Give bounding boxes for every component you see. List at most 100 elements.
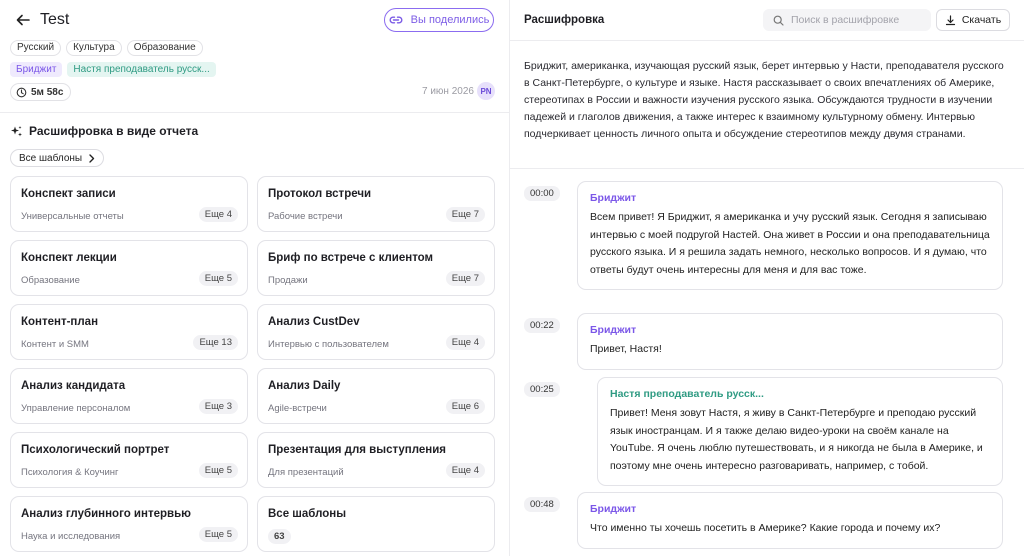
message-text: Привет! Меня зовут Настя, я живу в Санкт… <box>610 407 983 472</box>
message-text: Привет, Настя! <box>590 343 662 355</box>
recording-date: 7 июн 2026 <box>422 86 474 97</box>
all-templates-card-title: Все шаблоны <box>268 508 347 520</box>
message-bubble: Бриджит Что именно ты хочешь посетить в … <box>577 492 1003 549</box>
message-text: Всем привет! Я Бриджит, я американка и у… <box>590 211 990 276</box>
tag[interactable]: Образование <box>126 40 203 56</box>
template-category: Универсальные отчеты <box>21 211 124 222</box>
template-title: Анализ Daily <box>268 380 341 392</box>
page-title: Test <box>40 11 70 28</box>
more-templates-badge[interactable]: Еще 4 <box>198 207 238 222</box>
more-templates-badge[interactable]: Еще 6 <box>445 399 485 414</box>
more-templates-badge[interactable]: Еще 3 <box>198 399 238 414</box>
template-category: Психология & Коучинг <box>21 467 119 478</box>
shared-button[interactable]: Вы поделились <box>384 8 494 32</box>
template-card[interactable]: Контент-план Контент и SMM Еще 13 <box>10 304 248 360</box>
template-grid: Конспект записи Универсальные отчеты Еще… <box>10 176 495 552</box>
clock-icon <box>16 87 27 98</box>
more-templates-badge[interactable]: Еще 13 <box>193 335 238 350</box>
more-templates-badge[interactable]: Еще 5 <box>198 527 238 542</box>
template-category: Для презентаций <box>268 467 344 478</box>
template-card[interactable]: Анализ CustDev Интервью с пользователем … <box>257 304 495 360</box>
more-templates-badge[interactable]: Еще 5 <box>198 271 238 286</box>
all-templates-label: Все шаблоны <box>19 152 83 164</box>
tag[interactable]: Русский <box>10 40 62 56</box>
transcript-summary: Бриджит, американка, изучающая русский я… <box>524 60 1004 140</box>
template-title: Анализ глубинного интервью <box>21 508 191 520</box>
template-title: Протокол встречи <box>268 188 372 200</box>
template-category: Продажи <box>268 275 308 286</box>
speaker-list: Бриджит Настя преподаватель русск... <box>10 62 216 77</box>
template-card[interactable]: Анализ глубинного интервью Наука и иссле… <box>10 496 248 552</box>
speaker-chip[interactable]: Бриджит <box>10 62 63 77</box>
template-category: Наука и исследования <box>21 531 121 542</box>
back-arrow-icon[interactable] <box>14 11 32 29</box>
sparkle-icon <box>10 125 23 138</box>
avatar[interactable]: PN <box>477 82 495 100</box>
template-category: Интервью с пользователем <box>268 339 389 350</box>
template-title: Бриф по встрече с клиентом <box>268 252 434 264</box>
template-card[interactable]: Конспект лекции Образование Еще 5 <box>10 240 248 296</box>
download-icon <box>945 14 956 26</box>
template-title: Конспект записи <box>21 188 116 200</box>
more-templates-badge[interactable]: Еще 7 <box>445 207 485 222</box>
divider <box>510 168 1024 169</box>
shared-button-label: Вы поделились <box>410 14 490 26</box>
download-label: Скачать <box>961 14 1002 26</box>
templates-count-badge: 63 <box>268 529 291 544</box>
speaker-name[interactable]: Бриджит <box>590 503 990 515</box>
transcript-panel: Расшифровка Бриджит, американка, изучающ… <box>510 0 1024 556</box>
template-category: Контент и SMM <box>21 339 89 350</box>
timestamp-badge[interactable]: 00:00 <box>524 186 560 201</box>
speaker-name[interactable]: Бриджит <box>590 192 990 204</box>
left-panel: Test Вы поделились Русский Культура Обра… <box>0 0 510 556</box>
more-templates-badge[interactable]: Еще 5 <box>198 463 238 478</box>
template-card[interactable]: Анализ кандидата Управление персоналом Е… <box>10 368 248 424</box>
tag-list: Русский Культура Образование <box>10 40 203 56</box>
all-templates-button[interactable]: Все шаблоны <box>10 149 105 167</box>
template-title: Анализ CustDev <box>268 316 360 328</box>
template-card[interactable]: Бриф по встрече с клиентом Продажи Еще 7 <box>257 240 495 296</box>
timestamp-badge[interactable]: 00:48 <box>524 497 560 512</box>
template-card[interactable]: Конспект записи Универсальные отчеты Еще… <box>10 176 248 232</box>
template-card[interactable]: Анализ Daily Agile-встречи Еще 6 <box>257 368 495 424</box>
duration-value: 5м 58с <box>31 86 64 98</box>
template-title: Контент-план <box>21 316 99 328</box>
speaker-chip[interactable]: Настя преподаватель русск... <box>67 62 216 77</box>
search-icon <box>773 15 784 26</box>
template-card[interactable]: Психологический портрет Психология & Коу… <box>10 432 248 488</box>
transcript-title: Расшифровка <box>524 14 605 26</box>
more-templates-badge[interactable]: Еще 4 <box>445 335 485 350</box>
template-category: Agile-встречи <box>268 403 327 414</box>
template-title: Презентация для выступления <box>268 444 446 456</box>
section-title-label: Расшифровка в виде отчета <box>29 124 199 138</box>
report-section-title: Расшифровка в виде отчета <box>10 124 198 138</box>
all-templates-card[interactable]: Все шаблоны 63 <box>257 496 495 552</box>
chevron-right-icon <box>88 153 95 163</box>
timestamp-badge[interactable]: 00:25 <box>524 382 560 397</box>
tag[interactable]: Культура <box>66 40 122 56</box>
message-bubble: Настя преподаватель русск... Привет! Мен… <box>597 377 1003 486</box>
template-category: Управление персоналом <box>21 403 131 414</box>
template-category: Рабочие встречи <box>268 211 343 222</box>
message-text: Что именно ты хочешь посетить в Америке?… <box>590 522 941 534</box>
recording-header: Test Вы поделились Русский Культура Обра… <box>0 0 509 113</box>
app: Test Вы поделились Русский Культура Обра… <box>0 0 1024 556</box>
timestamp-badge[interactable]: 00:22 <box>524 318 560 333</box>
duration-badge: 5м 58с <box>10 83 72 101</box>
link-icon <box>389 15 403 25</box>
message-bubble: Бриджит Всем привет! Я Бриджит, я америк… <box>577 181 1003 290</box>
template-title: Конспект лекции <box>21 252 117 264</box>
more-templates-badge[interactable]: Еще 7 <box>445 271 485 286</box>
template-title: Анализ кандидата <box>21 380 126 392</box>
download-button[interactable]: Скачать <box>936 9 1010 31</box>
template-card[interactable]: Презентация для выступления Для презента… <box>257 432 495 488</box>
template-category: Образование <box>21 275 80 286</box>
template-card[interactable]: Протокол встречи Рабочие встречи Еще 7 <box>257 176 495 232</box>
speaker-name[interactable]: Настя преподаватель русск... <box>610 388 990 400</box>
template-title: Психологический портрет <box>21 444 170 456</box>
message-bubble: Бриджит Привет, Настя! <box>577 313 1003 370</box>
speaker-name[interactable]: Бриджит <box>590 324 990 336</box>
transcript-search[interactable] <box>763 9 931 31</box>
more-templates-badge[interactable]: Еще 4 <box>445 463 485 478</box>
search-input[interactable] <box>791 14 921 26</box>
